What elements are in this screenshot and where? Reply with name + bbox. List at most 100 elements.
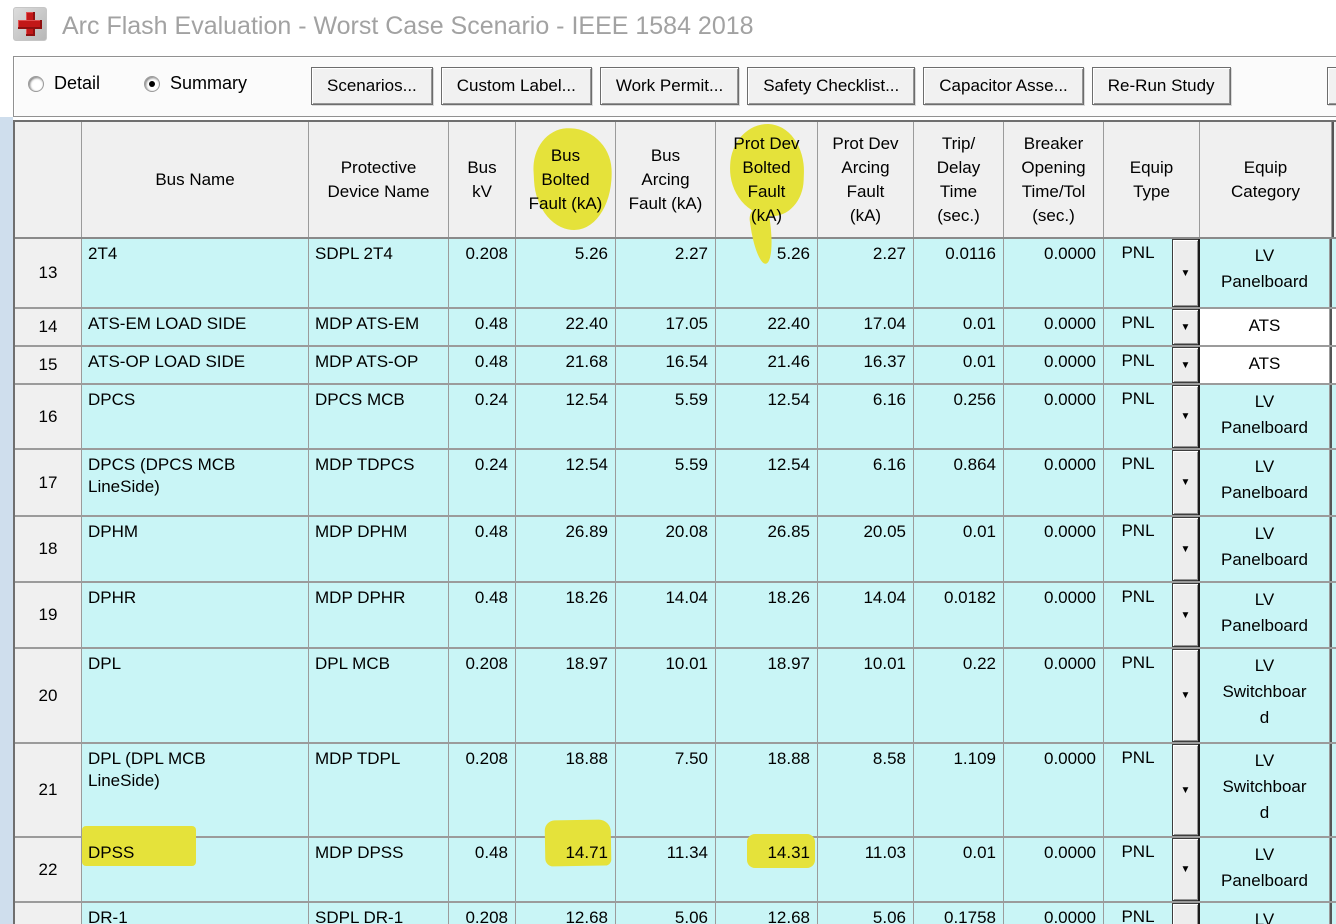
toolbar-button-safety-checklist[interactable]: Safety Checklist... xyxy=(747,67,915,105)
cell-pd-arcing[interactable]: 6.16 xyxy=(818,450,914,515)
equip-type-dropdown-button[interactable]: ▼ xyxy=(1172,347,1199,383)
cell-equip-category[interactable]: LV Switchboar d xyxy=(1198,649,1330,742)
cell-bus-name[interactable]: DPL xyxy=(82,649,309,742)
cell-pd-bolted[interactable]: 12.54 xyxy=(716,450,818,515)
row-number[interactable]: 16 xyxy=(15,385,82,448)
cell-trip[interactable]: 0.22 xyxy=(914,649,1004,742)
cell-kv[interactable]: 0.208 xyxy=(449,649,516,742)
cell-equip-category[interactable]: LV Panelboard xyxy=(1198,838,1330,901)
cell-pd-arcing[interactable]: 14.04 xyxy=(818,583,914,647)
cell-pd-arcing[interactable]: 16.37 xyxy=(818,347,914,383)
cell-pd-bolted[interactable]: 18.88 xyxy=(716,744,818,836)
cell-device[interactable]: SDPL 2T4 xyxy=(309,239,449,307)
cell-pd-bolted[interactable]: 14.31 xyxy=(716,838,818,901)
cell-equip-type[interactable]: PNL▼ xyxy=(1104,903,1200,924)
cell-kv[interactable]: 0.24 xyxy=(449,450,516,515)
equip-type-dropdown-button[interactable]: ▼ xyxy=(1172,517,1199,581)
cell-equip-type[interactable]: PNL▼ xyxy=(1104,838,1200,901)
cell-breaker[interactable]: 0.0000 xyxy=(1004,744,1104,836)
equip-type-dropdown-button[interactable]: ▼ xyxy=(1172,583,1199,647)
cell-trip[interactable]: 0.01 xyxy=(914,517,1004,581)
toolbar-button-scenarios[interactable]: Scenarios... xyxy=(311,67,433,105)
cell-trip[interactable]: 0.1758 xyxy=(914,903,1004,924)
cell-device[interactable]: DPCS MCB xyxy=(309,385,449,448)
cell-equip-category[interactable]: LV Panelboard xyxy=(1198,517,1330,581)
cell-bus-name[interactable]: DPL (DPL MCB LineSide) xyxy=(82,744,309,836)
cell-equip-category[interactable]: LV Panelboard xyxy=(1198,583,1330,647)
cell-breaker[interactable]: 0.0000 xyxy=(1004,239,1104,307)
cell-equip-category[interactable]: ATS xyxy=(1198,347,1330,383)
cell-bus-arcing[interactable]: 10.01 xyxy=(616,649,716,742)
cell-device[interactable]: MDP TDPL xyxy=(309,744,449,836)
cell-device[interactable]: MDP DPSS xyxy=(309,838,449,901)
cell-bus-arcing[interactable]: 14.04 xyxy=(616,583,716,647)
row-number[interactable]: 19 xyxy=(15,583,82,647)
cell-bus-arcing[interactable]: 5.59 xyxy=(616,450,716,515)
cell-bus-name[interactable]: 2T4 xyxy=(82,239,309,307)
cell-breaker[interactable]: 0.0000 xyxy=(1004,517,1104,581)
cell-trip[interactable]: 0.864 xyxy=(914,450,1004,515)
cell-bus-arcing[interactable]: 11.34 xyxy=(616,838,716,901)
cell-bus-bolted[interactable]: 18.26 xyxy=(516,583,616,647)
cell-bus-bolted[interactable]: 5.26 xyxy=(516,239,616,307)
cell-pd-bolted[interactable]: 12.54 xyxy=(716,385,818,448)
cell-equip-type[interactable]: PNL▼ xyxy=(1104,744,1200,836)
equip-type-dropdown-button[interactable]: ▼ xyxy=(1172,450,1199,515)
cell-equip-type[interactable]: PNL▼ xyxy=(1104,347,1200,383)
cell-bus-name[interactable]: DPSS xyxy=(82,838,309,901)
cell-breaker[interactable]: 0.0000 xyxy=(1004,903,1104,924)
cell-kv[interactable]: 0.48 xyxy=(449,309,516,345)
cell-bus-bolted[interactable]: 18.97 xyxy=(516,649,616,742)
cell-kv[interactable]: 0.48 xyxy=(449,347,516,383)
radio-summary[interactable]: Summary xyxy=(144,73,247,94)
cell-device[interactable]: MDP ATS-EM xyxy=(309,309,449,345)
cell-equip-type[interactable]: PNL▼ xyxy=(1104,450,1200,515)
cell-pd-bolted[interactable]: 18.26 xyxy=(716,583,818,647)
cell-breaker[interactable]: 0.0000 xyxy=(1004,450,1104,515)
cell-bus-bolted[interactable]: 14.71 xyxy=(516,838,616,901)
cell-bus-name[interactable]: DPHM xyxy=(82,517,309,581)
cell-bus-arcing[interactable]: 5.06 xyxy=(616,903,716,924)
cell-kv[interactable]: 0.208 xyxy=(449,903,516,924)
cell-bus-bolted[interactable]: 12.54 xyxy=(516,385,616,448)
cell-bus-name[interactable]: ATS-OP LOAD SIDE xyxy=(82,347,309,383)
toolbar-button-capacitor-asse[interactable]: Capacitor Asse... xyxy=(923,67,1084,105)
cell-trip[interactable]: 0.0182 xyxy=(914,583,1004,647)
equip-type-dropdown-button[interactable]: ▼ xyxy=(1172,239,1199,307)
cell-bus-bolted[interactable]: 12.68 xyxy=(516,903,616,924)
radio-detail[interactable]: Detail xyxy=(28,73,100,94)
cell-equip-type[interactable]: PNL▼ xyxy=(1104,517,1200,581)
cell-pd-arcing[interactable]: 11.03 xyxy=(818,838,914,901)
row-number[interactable]: 17 xyxy=(15,450,82,515)
toolbar-button-work-permit[interactable]: Work Permit... xyxy=(600,67,739,105)
cell-kv[interactable]: 0.48 xyxy=(449,583,516,647)
cell-trip[interactable]: 0.256 xyxy=(914,385,1004,448)
cell-bus-arcing[interactable]: 17.05 xyxy=(616,309,716,345)
cell-breaker[interactable]: 0.0000 xyxy=(1004,385,1104,448)
cell-bus-bolted[interactable]: 21.68 xyxy=(516,347,616,383)
cell-equip-category[interactable]: ATS xyxy=(1198,309,1330,345)
equip-type-dropdown-button[interactable]: ▼ xyxy=(1172,838,1199,901)
equip-type-dropdown-button[interactable]: ▼ xyxy=(1172,309,1199,345)
equip-type-dropdown-button[interactable]: ▼ xyxy=(1172,744,1199,836)
cell-pd-bolted[interactable]: 22.40 xyxy=(716,309,818,345)
cell-bus-name[interactable]: DR-1 xyxy=(82,903,309,924)
equip-type-dropdown-button[interactable]: ▼ xyxy=(1172,385,1199,448)
cell-pd-bolted[interactable]: 12.68 xyxy=(716,903,818,924)
cell-bus-bolted[interactable]: 22.40 xyxy=(516,309,616,345)
cell-equip-type[interactable]: PNL▼ xyxy=(1104,583,1200,647)
cell-pd-arcing[interactable]: 17.04 xyxy=(818,309,914,345)
radio-summary-circle[interactable] xyxy=(144,76,160,92)
cell-kv[interactable]: 0.208 xyxy=(449,744,516,836)
cell-equip-category[interactable]: LV Panelboard xyxy=(1198,450,1330,515)
cell-equip-type[interactable]: PNL▼ xyxy=(1104,239,1200,307)
cell-breaker[interactable]: 0.0000 xyxy=(1004,583,1104,647)
row-number[interactable]: 21 xyxy=(15,744,82,836)
cell-pd-arcing[interactable]: 20.05 xyxy=(818,517,914,581)
radio-detail-circle[interactable] xyxy=(28,76,44,92)
cell-equip-category[interactable]: LV Switchboar d xyxy=(1198,744,1330,836)
cell-bus-arcing[interactable]: 20.08 xyxy=(616,517,716,581)
cell-kv[interactable]: 0.48 xyxy=(449,838,516,901)
cell-bus-arcing[interactable]: 2.27 xyxy=(616,239,716,307)
cell-trip[interactable]: 0.0116 xyxy=(914,239,1004,307)
